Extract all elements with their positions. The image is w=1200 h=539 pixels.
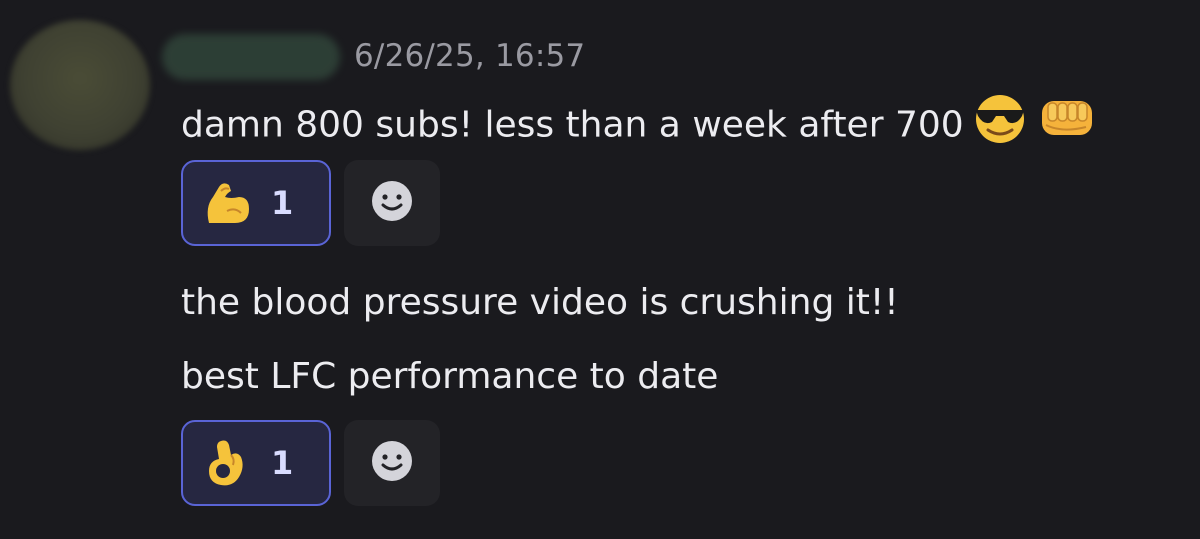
- message-line: the blood pressure video is crushing it!…: [181, 282, 899, 323]
- username-redacted[interactable]: [162, 34, 340, 80]
- message-line: best LFC performance to date: [181, 356, 719, 397]
- avatar[interactable]: [10, 20, 150, 150]
- message-timestamp: 6/26/25, 16:57: [354, 38, 586, 74]
- message-line: damn 800 subs! less than a week after 70…: [181, 93, 1098, 157]
- reaction-flexed-biceps[interactable]: 1: [181, 160, 331, 246]
- smiley-add-reaction-icon: [370, 179, 414, 227]
- add-reaction-button[interactable]: [344, 420, 440, 506]
- chat-message-group: 6/26/25, 16:57 damn 800 subs! less than …: [0, 0, 1200, 539]
- add-reaction-button[interactable]: [344, 160, 440, 246]
- flexed-biceps-emoji-icon: [201, 177, 253, 229]
- reaction-ok-hand[interactable]: 1: [181, 420, 331, 506]
- smiley-add-reaction-icon: [370, 439, 414, 487]
- sunglasses-emoji-icon: [970, 92, 1030, 153]
- reaction-count: 1: [271, 444, 294, 482]
- oncoming-fist-emoji-icon: [1036, 93, 1098, 152]
- message-text: damn 800 subs! less than a week after 70…: [181, 104, 964, 146]
- ok-hand-emoji-icon: [201, 437, 253, 489]
- reaction-count: 1: [271, 184, 294, 222]
